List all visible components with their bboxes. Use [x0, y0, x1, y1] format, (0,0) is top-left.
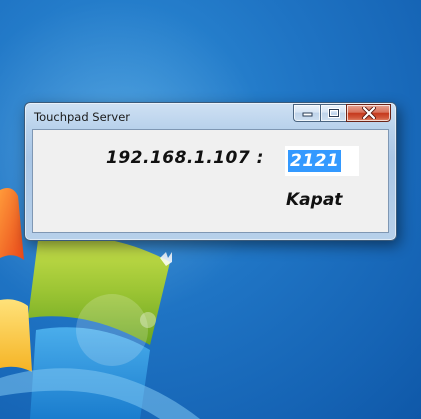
window-controls	[293, 104, 391, 122]
ip-address-label: 192.168.1.107 :	[106, 148, 264, 168]
maximize-icon	[327, 108, 340, 118]
close-icon	[361, 107, 376, 119]
port-value: 2121	[288, 150, 342, 172]
maximize-button[interactable]	[320, 104, 346, 122]
kapat-button[interactable]: Kapat	[286, 190, 342, 210]
window-client-area: 192.168.1.107 : 2121 Kapat	[32, 129, 389, 233]
desktop-background: Touchpad Server 192.168.1.107: 2121 Kap…	[0, 0, 421, 419]
port-input[interactable]: 2121	[285, 146, 359, 176]
minimize-button[interactable]	[293, 104, 320, 122]
window-title: Touchpad Server	[34, 110, 131, 124]
close-button[interactable]	[346, 104, 391, 122]
touchpad-server-window[interactable]: Touchpad Server 192.168.1.107: 2121 Kap…	[24, 102, 397, 241]
minimize-icon	[302, 112, 312, 117]
